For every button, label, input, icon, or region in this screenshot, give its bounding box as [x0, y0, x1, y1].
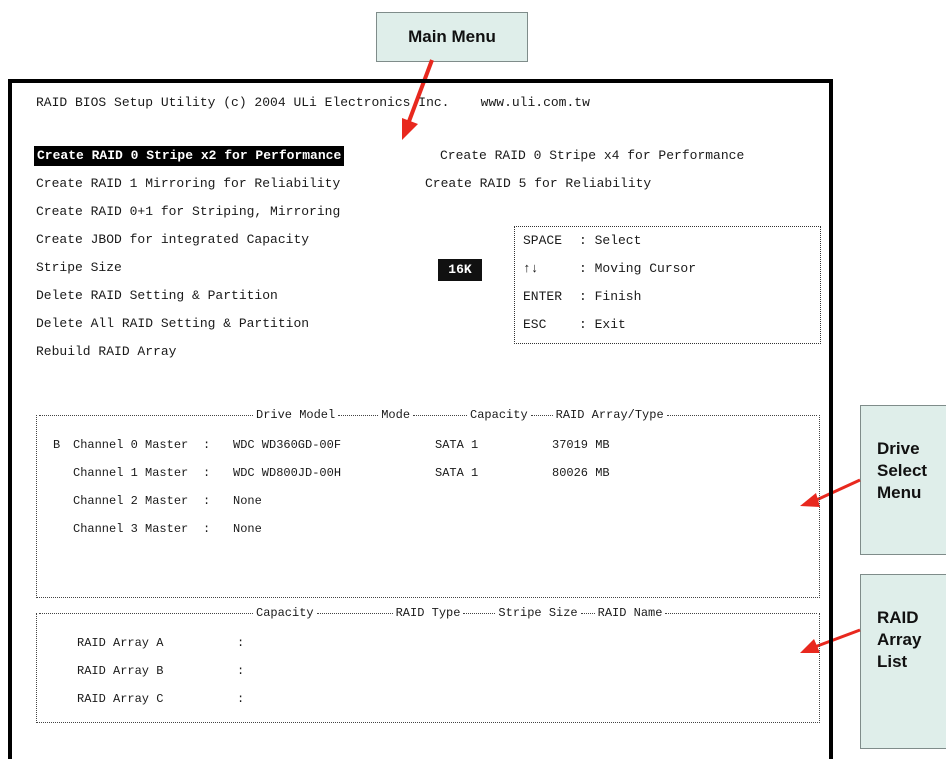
drive-panel-header: Drive Model Mode Capacity RAID Array/Typ… [37, 407, 819, 423]
drive-channel: Channel 1 Master [73, 466, 189, 480]
callout-line: Array [877, 630, 922, 649]
raid-array-name: RAID Array B [77, 664, 164, 678]
callout-line: List [877, 652, 908, 671]
column-header: Capacity [470, 408, 528, 422]
colon: : [203, 494, 211, 508]
key-help-box: SPACE : Select ↑↓ : Moving Cursor ENTER … [514, 226, 821, 344]
raid-array-sep: : [237, 664, 245, 678]
drive-channel: Channel 0 Master [73, 438, 189, 452]
main-menu-callout: Main Menu [376, 12, 528, 62]
menu-item-raid0-x2[interactable]: Create RAID 0 Stripe x2 for Performance [34, 146, 345, 166]
callout-line: RAID [877, 608, 919, 627]
raid-array-list-callout: RAID Array List [860, 574, 946, 749]
drive-model: WDC WD360GD-00F [233, 438, 342, 452]
column-header: RAID Name [597, 606, 663, 620]
menu-item-jbod[interactable]: Create JBOD for integrated Capacity [36, 232, 309, 248]
callout-line: Drive [877, 439, 920, 458]
callout-line: Select [877, 461, 928, 480]
drive-capacity: 80026 MB [552, 466, 610, 480]
help-desc: : Exit [579, 317, 626, 332]
colon: : [203, 438, 211, 452]
menu-item-raid5[interactable]: Create RAID 5 for Reliability [425, 176, 651, 192]
menu-item-delete-all-raid[interactable]: Delete All RAID Setting & Partition [36, 316, 309, 332]
drive-model: None [233, 522, 262, 536]
raid-bios-screen: RAID BIOS Setup Utility (c) 2004 ULi Ele… [8, 79, 833, 759]
drive-model: None [233, 494, 262, 508]
menu-item-rebuild[interactable]: Rebuild RAID Array [36, 344, 176, 360]
menu-item-delete-raid[interactable]: Delete RAID Setting & Partition [36, 288, 278, 304]
column-header: Mode [381, 408, 411, 422]
drive-mode: SATA 1 [435, 438, 479, 452]
stripe-size-value[interactable]: 16K [438, 259, 482, 281]
help-desc: : Moving Cursor [579, 261, 697, 276]
drive-capacity: 37019 MB [552, 438, 610, 452]
raid-array-name: RAID Array A [77, 636, 164, 650]
raid-array-sep: : [237, 636, 245, 650]
raid-array-name: RAID Array C [77, 692, 164, 706]
menu-item-raid1[interactable]: Create RAID 1 Mirroring for Reliability [36, 176, 340, 192]
help-desc: : Select [579, 233, 642, 248]
menu-item-stripe-size[interactable]: Stripe Size [36, 260, 122, 276]
column-header: Capacity [256, 606, 314, 620]
raid-array-sep: : [237, 692, 245, 706]
help-key: ↑↓ [523, 261, 539, 276]
drive-select-menu-callout: Drive Select Menu [860, 405, 946, 555]
bios-header: RAID BIOS Setup Utility (c) 2004 ULi Ele… [36, 95, 590, 110]
help-key: ESC [523, 317, 547, 332]
array-panel-header: Capacity RAID Type Stripe Size RAID Name [37, 605, 819, 621]
callout-line: Menu [877, 483, 922, 502]
drive-mode: SATA 1 [435, 466, 479, 480]
help-key: SPACE [523, 233, 563, 248]
help-desc: : Finish [579, 289, 642, 304]
drive-channel: Channel 3 Master [73, 522, 189, 536]
column-header: RAID Type [395, 606, 461, 620]
column-header: RAID Array/Type [555, 408, 664, 422]
main-menu-callout-label: Main Menu [408, 27, 496, 46]
drive-select-panel: Drive Model Mode Capacity RAID Array/Typ… [36, 408, 820, 598]
drive-prefix: B [53, 438, 61, 452]
colon: : [203, 466, 211, 480]
help-key: ENTER [523, 289, 563, 304]
drive-model: WDC WD800JD-00H [233, 466, 342, 480]
colon: : [203, 522, 211, 536]
drive-channel: Channel 2 Master [73, 494, 189, 508]
raid-array-list-panel: Capacity RAID Type Stripe Size RAID Name… [36, 606, 820, 723]
column-header: Drive Model [256, 408, 336, 422]
menu-item-raid01[interactable]: Create RAID 0+1 for Striping, Mirroring [36, 204, 340, 220]
column-header: Stripe Size [498, 606, 578, 620]
menu-item-raid0-x4[interactable]: Create RAID 0 Stripe x4 for Performance [440, 148, 744, 164]
